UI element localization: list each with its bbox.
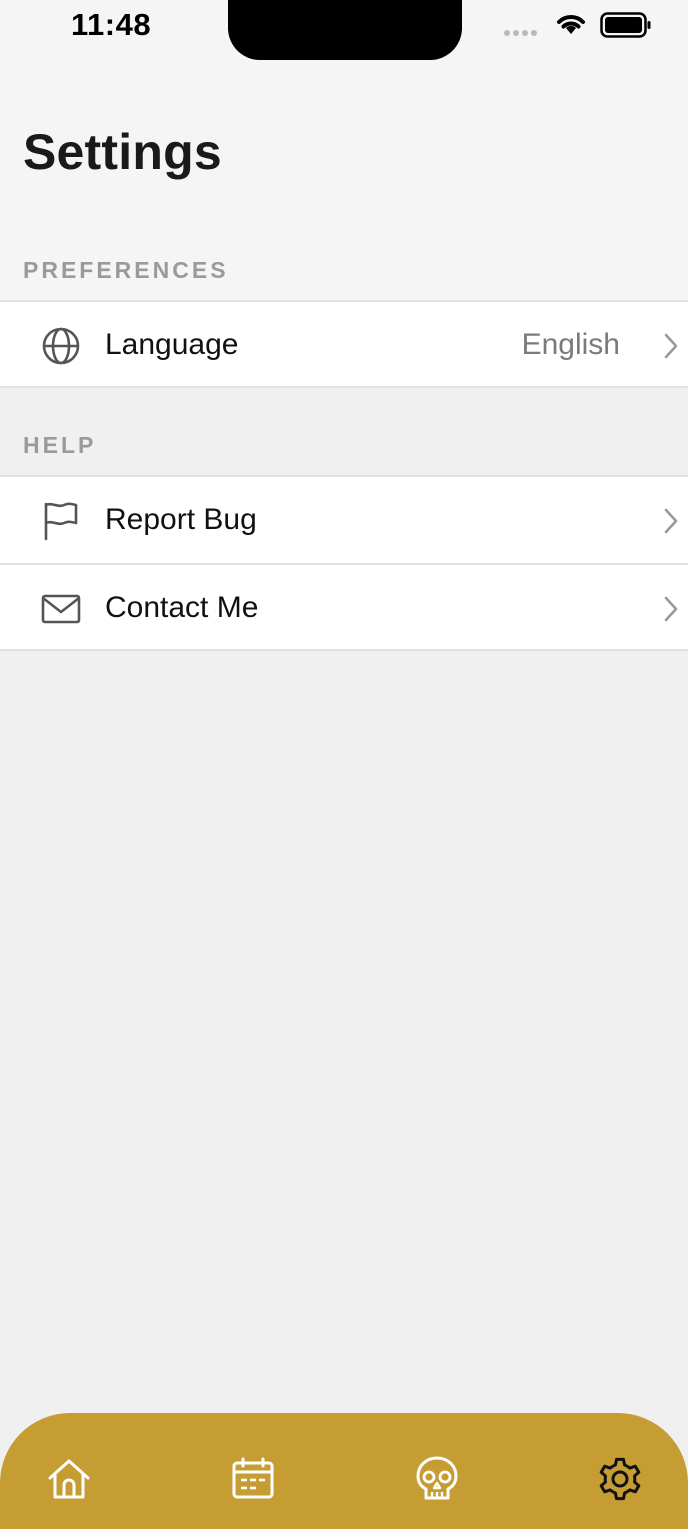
home-icon <box>48 1459 90 1499</box>
tab-bar <box>0 1413 688 1529</box>
chevron-right-icon <box>664 508 678 534</box>
language-value: English <box>521 328 620 361</box>
gear-icon <box>599 1457 641 1501</box>
chevron-right-icon <box>664 333 678 359</box>
contact-me-row[interactable]: Contact Me <box>0 563 688 651</box>
section-header-preferences: PREFERENCES <box>23 257 229 283</box>
settings-screen: 11:48 Settings PREFERENCES Language Engl… <box>0 0 688 1529</box>
header: Settings <box>0 60 688 230</box>
calendar-icon <box>232 1457 274 1499</box>
skull-icon <box>416 1456 458 1500</box>
status-bar: 11:48 <box>0 0 688 60</box>
tab-home[interactable] <box>45 1455 93 1503</box>
flag-icon <box>44 502 78 541</box>
tab-calendar[interactable] <box>229 1455 277 1503</box>
language-row[interactable]: Language English <box>0 300 688 388</box>
dynamic-island <box>228 0 462 60</box>
chevron-right-icon <box>664 596 678 622</box>
contact-me-label: Contact Me <box>105 591 259 624</box>
language-label: Language <box>105 328 239 361</box>
tab-settings[interactable] <box>596 1455 644 1503</box>
cellular-signal-icon <box>504 30 537 36</box>
report-bug-row[interactable]: Report Bug <box>0 475 688 563</box>
envelope-icon <box>41 594 81 624</box>
tab-skull[interactable] <box>413 1455 461 1503</box>
battery-icon <box>600 12 651 38</box>
section-header-help: HELP <box>23 432 97 458</box>
globe-icon <box>42 327 80 365</box>
page-title: Settings <box>23 124 222 180</box>
report-bug-label: Report Bug <box>105 503 257 536</box>
status-time: 11:48 <box>71 7 152 42</box>
wifi-icon <box>557 15 585 34</box>
